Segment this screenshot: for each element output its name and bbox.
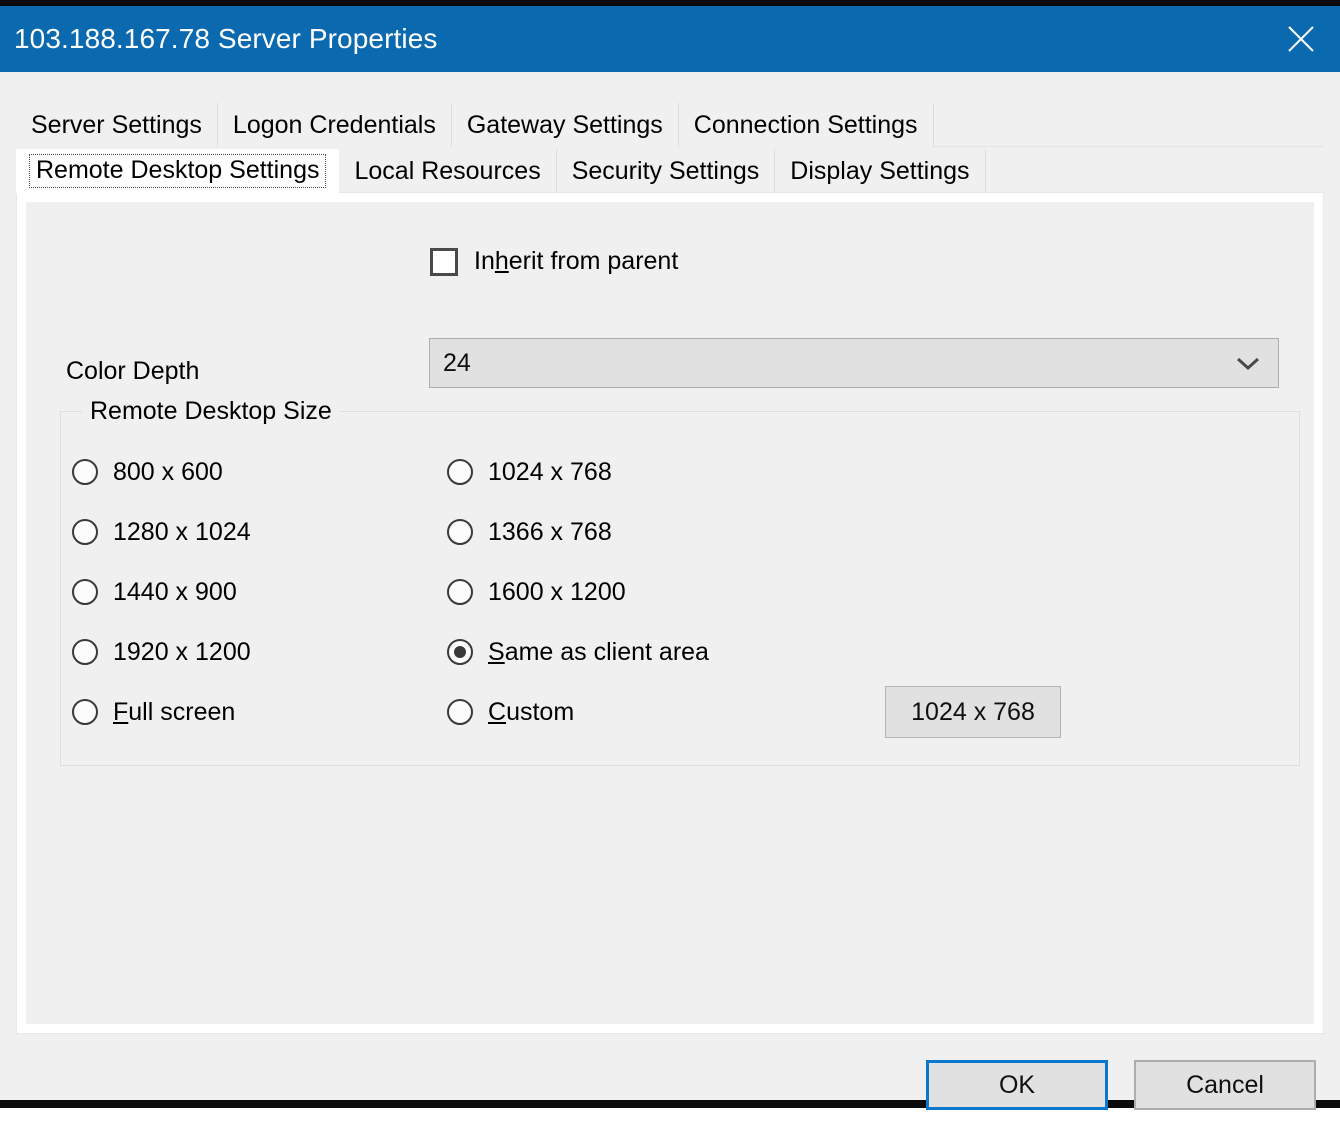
- tab-server-settings[interactable]: Server Settings: [16, 103, 218, 147]
- tab-gateway-settings[interactable]: Gateway Settings: [451, 103, 679, 147]
- radio-button[interactable]: [72, 699, 98, 725]
- cancel-button[interactable]: Cancel: [1134, 1060, 1316, 1110]
- radio-label: 1920 x 1200: [113, 637, 251, 666]
- window-title: 103.188.167.78 Server Properties: [14, 23, 438, 54]
- tab-row-2: Remote Desktop Settings Local Resources …: [16, 147, 1324, 193]
- tab-logon-credentials[interactable]: Logon Credentials: [217, 103, 452, 147]
- radio-row: 1920 x 1200 Same as client area: [72, 622, 1272, 682]
- radio-option-1920x1200[interactable]: 1920 x 1200: [72, 638, 447, 667]
- radio-label: 1280 x 1024: [113, 517, 251, 546]
- radio-row: 1440 x 900 1600 x 1200: [72, 562, 1272, 622]
- close-button[interactable]: [1262, 6, 1340, 72]
- radio-option-1600x1200[interactable]: 1600 x 1200: [447, 578, 867, 607]
- tab-security-settings[interactable]: Security Settings: [556, 149, 776, 193]
- radio-button[interactable]: [447, 639, 473, 665]
- radio-label-accel: F: [113, 697, 129, 726]
- inherit-from-parent-checkbox[interactable]: [430, 247, 458, 276]
- radio-button[interactable]: [447, 459, 473, 485]
- radio-option-full-screen[interactable]: Full screen: [72, 698, 447, 727]
- radio-label: Same as client area: [488, 638, 709, 667]
- radio-label: 1440 x 900: [113, 577, 237, 606]
- radio-option-same-as-client-area[interactable]: Same as client area: [447, 638, 867, 667]
- tab-content-panel: Inherit from parent Color Depth 24 Remot…: [16, 192, 1324, 1034]
- inherit-from-parent-row[interactable]: Inherit from parent: [430, 247, 678, 276]
- radio-label: 1024 x 768: [488, 457, 612, 486]
- color-depth-dropdown[interactable]: 24: [429, 338, 1279, 388]
- tab-connection-settings[interactable]: Connection Settings: [678, 103, 934, 147]
- radio-button[interactable]: [72, 519, 98, 545]
- radio-label-accel: C: [488, 697, 507, 726]
- color-depth-label: Color Depth: [66, 357, 200, 385]
- remote-desktop-size-title: Remote Desktop Size: [82, 397, 340, 426]
- remote-desktop-size-options: 800 x 600 1024 x 768 1280 x 1024 1366 x …: [72, 442, 1272, 742]
- custom-resolution-field[interactable]: 1024 x 768: [885, 686, 1061, 738]
- inherit-from-parent-label: Inherit from parent: [474, 247, 678, 276]
- tab-remote-desktop-settings[interactable]: Remote Desktop Settings: [16, 149, 340, 193]
- radio-option-800x600[interactable]: 800 x 600: [72, 458, 447, 487]
- radio-option-custom[interactable]: Custom: [447, 698, 867, 727]
- radio-option-1440x900[interactable]: 1440 x 900: [72, 578, 447, 607]
- inherit-label-part1: In: [474, 247, 495, 275]
- tab-label: Remote Desktop Settings: [29, 154, 327, 188]
- tab-row-1: Server Settings Logon Credentials Gatewa…: [16, 102, 1324, 147]
- radio-button[interactable]: [447, 519, 473, 545]
- radio-button[interactable]: [72, 639, 98, 665]
- radio-button[interactable]: [447, 699, 473, 725]
- dialog-footer: OK Cancel: [0, 1060, 1340, 1130]
- radio-button[interactable]: [447, 579, 473, 605]
- tab-label: Local Resources: [354, 156, 541, 185]
- radio-option-1024x768[interactable]: 1024 x 768: [447, 458, 867, 487]
- close-icon: [1284, 22, 1318, 56]
- tab-label: Security Settings: [571, 156, 760, 185]
- ok-button[interactable]: OK: [926, 1060, 1108, 1110]
- tab-content-inner: Inherit from parent Color Depth 24 Remot…: [26, 202, 1314, 1024]
- radio-label: Full screen: [113, 698, 235, 727]
- radio-label: 800 x 600: [113, 457, 223, 486]
- radio-button[interactable]: [72, 459, 98, 485]
- tab-label: Server Settings: [31, 110, 202, 139]
- radio-label-rest: ame as client area: [504, 637, 709, 666]
- radio-label: 1600 x 1200: [488, 577, 626, 606]
- chevron-down-icon: [1235, 355, 1278, 371]
- tab-label: Display Settings: [790, 156, 970, 185]
- radio-option-1366x768[interactable]: 1366 x 768: [447, 518, 867, 547]
- tab-row-2-filler: [986, 149, 1324, 193]
- titlebar: 103.188.167.78 Server Properties: [0, 6, 1340, 72]
- inherit-label-accel: h: [494, 247, 509, 275]
- dialog-body: Server Settings Logon Credentials Gatewa…: [0, 72, 1340, 1110]
- tab-label: Logon Credentials: [232, 110, 436, 139]
- radio-label-accel: S: [488, 637, 505, 666]
- tab-strip: Server Settings Logon Credentials Gatewa…: [16, 102, 1324, 193]
- tab-label: Connection Settings: [693, 110, 918, 139]
- tab-display-settings[interactable]: Display Settings: [775, 149, 986, 193]
- radio-label-rest: ustom: [506, 697, 575, 726]
- tab-row-1-filler: [933, 102, 1324, 147]
- radio-label: 1366 x 768: [488, 517, 612, 546]
- radio-row: 800 x 600 1024 x 768: [72, 442, 1272, 502]
- radio-button[interactable]: [72, 579, 98, 605]
- tab-local-resources[interactable]: Local Resources: [339, 149, 557, 193]
- radio-label-rest: ull screen: [128, 697, 236, 726]
- server-properties-dialog: 103.188.167.78 Server Properties Server …: [0, 0, 1340, 1110]
- radio-label: Custom: [488, 698, 574, 727]
- radio-row: Full screen Custom 1024 x 768: [72, 682, 1272, 742]
- color-depth-value: 24: [443, 348, 471, 377]
- radio-option-1280x1024[interactable]: 1280 x 1024: [72, 518, 447, 547]
- radio-row: 1280 x 1024 1366 x 768: [72, 502, 1272, 562]
- tab-label: Gateway Settings: [466, 110, 663, 139]
- inherit-label-part2: erit from parent: [508, 247, 679, 275]
